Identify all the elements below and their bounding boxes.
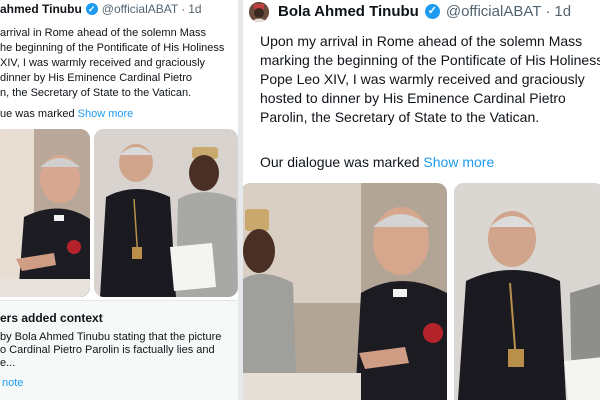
tweet-continuation: ue was marked Show more [0,108,133,120]
show-more-link[interactable]: Show more [78,108,134,120]
tweet-continuation: Our dialogue was marked Show more [260,154,494,170]
body-line: arrival in Rome ahead of the solemn Mass [0,27,207,39]
separator: · [545,3,551,20]
tweet-header: ahmed Tinubu ✓ @officialABAT · 1d [0,2,202,16]
community-note: ers added context by Bola Ahmed Tinubu s… [0,300,238,400]
photo-cardinal-portrait [454,183,600,400]
continuation-text: ue was marked [0,108,75,120]
continuation-text: Our dialogue was marked [260,154,420,170]
author-name[interactable]: ahmed Tinubu [0,2,82,16]
community-note-heading: ers added context [0,311,103,325]
post-time[interactable]: 1d [554,3,571,20]
tweet-body: Upon my arrival in Rome ahead of the sol… [260,32,600,127]
photo-cardinal-and-guest [94,129,238,297]
body-line: Pope Leo XIV, I was warmly received and … [260,71,585,87]
photo-cardinal-laughing [0,129,90,297]
tweet-body: arrival in Rome ahead of the solemn Mass… [0,26,224,101]
body-line: hosted to dinner by His Eminence Cardina… [260,90,566,106]
verified-badge-icon: ✓ [85,3,98,15]
body-line: n, the Secretary of State to the Vatican… [0,87,192,99]
note-line: by Bola Ahmed Tinubu stating that the pi… [0,331,222,343]
tweet-header: Bola Ahmed Tinubu ✓ @officialABAT · 1d [278,3,571,20]
community-note-text: by Bola Ahmed Tinubu stating that the pi… [0,331,221,370]
main-tweet-panel: Bola Ahmed Tinubu ✓ @officialABAT · 1d U… [243,0,600,400]
author-handle[interactable]: @officialABAT [446,3,542,20]
post-photo-2[interactable] [454,183,600,400]
body-line: marking the beginning of the Pontificate… [260,52,600,68]
author-name[interactable]: Bola Ahmed Tinubu [278,3,419,20]
body-line: he beginning of the Pontificate of His H… [0,42,225,54]
photo-dinner-conversation [243,183,447,400]
post-photo-1[interactable] [243,183,447,400]
post-photo-2[interactable] [94,129,238,297]
body-line: Parolin, the Secretary of State to the V… [260,109,540,125]
show-more-link[interactable]: Show more [423,154,494,170]
verified-badge-icon: ✓ [424,4,440,19]
post-photo-1[interactable] [0,129,90,297]
post-time[interactable]: 1d [188,2,201,16]
body-line: Upon my arrival in Rome ahead of the sol… [260,33,583,49]
community-note-link[interactable]: note [2,377,23,389]
body-line: XIV, I was warmly received and graciousl… [0,57,206,69]
author-handle[interactable]: @officialABAT [102,2,178,16]
note-line: o Cardinal Pietro Parolin is factually l… [0,344,215,356]
author-avatar[interactable] [249,2,269,22]
note-line: e... [0,357,16,369]
body-line: dinner by His Eminence Cardinal Pietro [0,72,192,84]
avatar-image [249,2,269,22]
separator: · [181,2,186,16]
left-tweet-panel: ahmed Tinubu ✓ @officialABAT · 1d arriva… [0,0,238,400]
